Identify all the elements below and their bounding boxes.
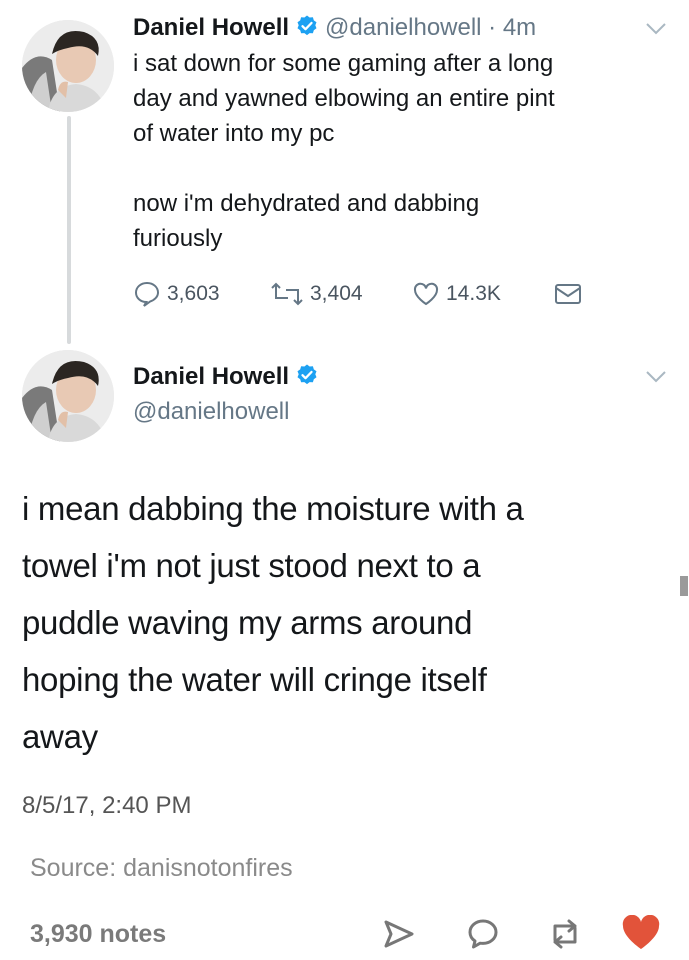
retweet-count: 3,404 — [310, 282, 363, 305]
like-button[interactable] — [621, 914, 661, 956]
reply-button[interactable]: 3,603 — [133, 280, 220, 308]
reply-count: 3,603 — [167, 282, 220, 305]
handle-and-time[interactable]: @danielhowell · 4m — [325, 14, 536, 41]
heart-icon — [413, 282, 439, 306]
tweet1-header: Daniel Howell @danielhowell · 4m — [133, 14, 536, 43]
retweet-button[interactable]: 3,404 — [270, 280, 363, 308]
author-name[interactable]: Daniel Howell — [133, 363, 289, 390]
like-button[interactable]: 14.3K — [412, 280, 501, 308]
scrollbar-thumb[interactable] — [680, 576, 688, 596]
post-source[interactable]: Source: danisnotonfires — [30, 854, 293, 883]
chevron-down-icon[interactable] — [644, 20, 668, 41]
reblog-button[interactable] — [547, 918, 583, 955]
notes-count[interactable]: 3,930 notes — [30, 920, 166, 949]
author-name[interactable]: Daniel Howell — [133, 14, 289, 41]
envelope-icon — [555, 284, 581, 304]
heart-filled-icon — [622, 914, 660, 949]
avatar-photo — [22, 350, 114, 442]
tweet-text: i sat down for some gaming after a long … — [133, 50, 555, 252]
tweet-text: i mean dabbing the moisture with a towel… — [22, 490, 524, 755]
tweet2-header: Daniel Howell — [133, 363, 325, 392]
avatar[interactable] — [22, 350, 114, 442]
dm-button[interactable] — [553, 280, 583, 308]
like-count: 14.3K — [446, 282, 501, 305]
reply-icon — [134, 281, 160, 307]
verified-badge-icon — [295, 14, 319, 43]
chevron-down-icon[interactable] — [644, 368, 668, 389]
comment-button[interactable] — [466, 917, 500, 956]
avatar[interactable] — [22, 20, 114, 112]
retweet-icon — [271, 282, 303, 306]
avatar-photo — [22, 20, 114, 112]
author-handle[interactable]: @danielhowell — [133, 398, 289, 426]
comment-icon — [468, 919, 498, 949]
share-button[interactable] — [382, 918, 416, 955]
tweet-actions: 3,603 3,404 14.3K — [0, 280, 689, 310]
reblog-icon — [553, 919, 577, 949]
share-icon — [384, 920, 414, 948]
tweet-timestamp[interactable]: 8/5/17, 2:40 PM — [22, 792, 191, 820]
verified-badge-icon — [295, 363, 319, 392]
